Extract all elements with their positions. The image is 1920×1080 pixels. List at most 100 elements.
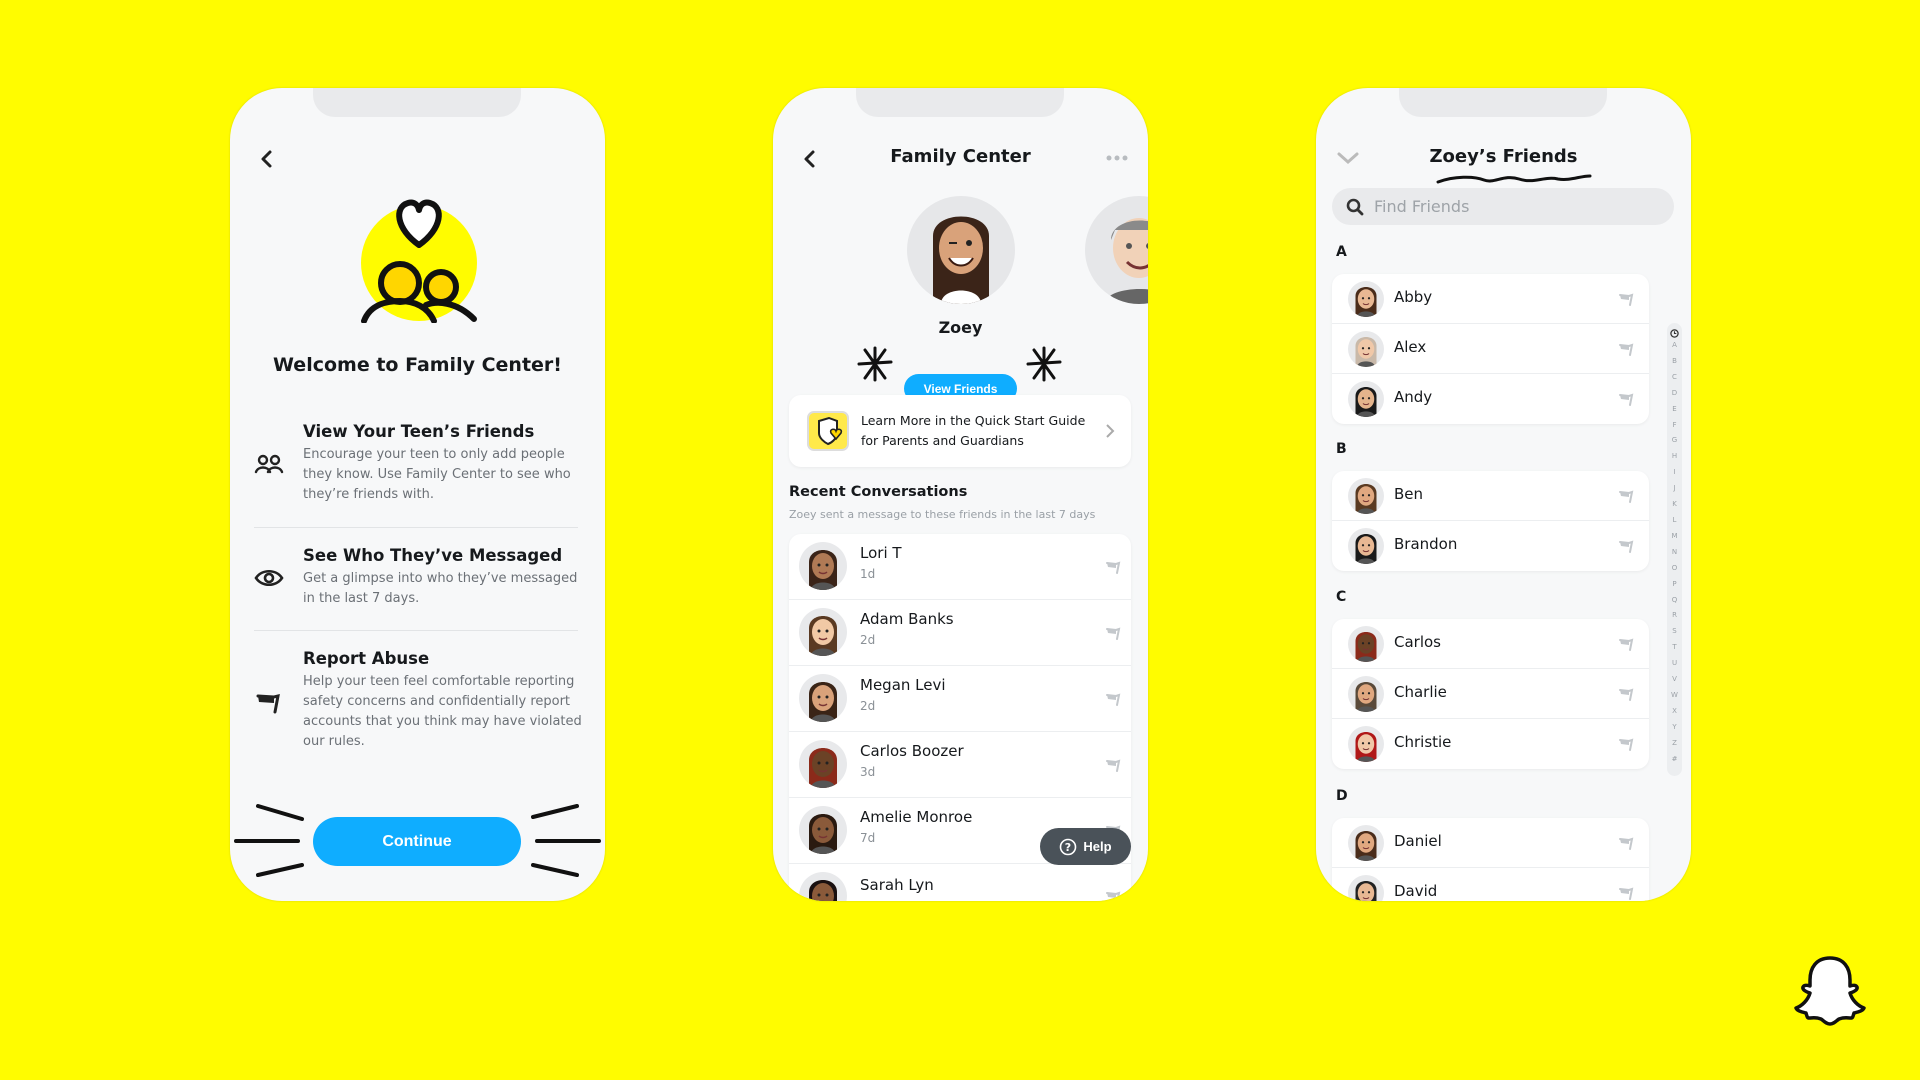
recent-conversations-subtitle: Zoey sent a message to these friends in …	[789, 508, 1096, 521]
friend-avatar	[1348, 381, 1384, 417]
index-letter[interactable]: D	[1672, 386, 1677, 402]
sparkle-decoration	[857, 346, 893, 382]
index-letter[interactable]: O	[1672, 561, 1678, 577]
friend-row[interactable]: Abby	[1332, 274, 1649, 324]
index-letter[interactable]: Z	[1672, 736, 1677, 752]
teen-avatar[interactable]	[907, 196, 1015, 304]
friend-row[interactable]: Alex	[1332, 324, 1649, 374]
report-flag-icon[interactable]	[1618, 488, 1634, 504]
friend-name: Alex	[1394, 338, 1427, 356]
index-letter[interactable]: H	[1672, 449, 1677, 465]
index-letter[interactable]: E	[1672, 402, 1676, 418]
index-letter[interactable]: N	[1672, 545, 1677, 561]
index-letter[interactable]: B	[1672, 354, 1677, 370]
help-button[interactable]: ? Help	[1040, 828, 1131, 865]
page-title: Family Center	[890, 146, 1031, 167]
friend-row[interactable]: Daniel	[1332, 818, 1649, 868]
report-flag-icon[interactable]	[1105, 889, 1121, 901]
friends-icon	[254, 454, 284, 474]
svg-text:?: ?	[1065, 841, 1071, 854]
index-letter[interactable]: L	[1673, 513, 1677, 529]
index-letter[interactable]: #	[1672, 752, 1678, 768]
friend-avatar	[799, 542, 847, 590]
friend-name: Charlie	[1394, 683, 1447, 701]
family-center-logo	[361, 199, 477, 323]
index-letter[interactable]: F	[1672, 418, 1676, 434]
index-letter[interactable]: M	[1671, 529, 1677, 545]
flag-icon	[256, 693, 280, 714]
feature-body: Encourage your teen to only add people t…	[303, 447, 571, 502]
continue-button[interactable]: Continue	[313, 817, 521, 866]
snapchat-ghost-logo	[1794, 956, 1866, 1026]
index-letter[interactable]: J	[1673, 481, 1675, 497]
index-letter[interactable]: U	[1672, 656, 1677, 672]
index-letter[interactable]: X	[1672, 704, 1677, 720]
index-letter[interactable]: K	[1672, 497, 1677, 513]
friend-avatar	[1348, 825, 1384, 861]
friend-name: Daniel	[1394, 832, 1442, 850]
find-friends-search[interactable]	[1332, 188, 1674, 225]
quick-start-guide-card[interactable]: Learn More in the Quick Start Guide for …	[789, 395, 1131, 467]
alphabet-index-scrollbar[interactable]: A B C D E F G H I J K L M N O P Q R S T U V W X Y Z #	[1667, 323, 1682, 776]
recent-clock-icon[interactable]	[1670, 329, 1679, 338]
report-flag-icon[interactable]	[1618, 686, 1634, 702]
report-flag-icon[interactable]	[1618, 538, 1634, 554]
index-letter[interactable]: S	[1672, 624, 1676, 640]
report-flag-icon[interactable]	[1618, 736, 1634, 752]
friend-row[interactable]: Christie	[1332, 719, 1649, 769]
report-flag-icon[interactable]	[1105, 625, 1121, 641]
index-letter[interactable]: V	[1672, 672, 1677, 688]
friend-row[interactable]: Brandon	[1332, 521, 1649, 571]
more-options-icon[interactable]	[1106, 154, 1128, 162]
friend-row[interactable]: David	[1332, 868, 1649, 901]
report-flag-icon[interactable]	[1105, 757, 1121, 773]
report-flag-icon[interactable]	[1618, 636, 1634, 652]
index-letter[interactable]: W	[1671, 688, 1678, 704]
recent-conversations-title: Recent Conversations	[789, 484, 968, 500]
index-letter[interactable]: P	[1672, 577, 1676, 593]
friend-row[interactable]: Charlie	[1332, 669, 1649, 719]
page-title: Zoey’s Friends	[1429, 146, 1578, 167]
friend-name: Carlos	[1394, 633, 1441, 651]
index-letter[interactable]: Q	[1672, 593, 1678, 609]
index-letter[interactable]: I	[1673, 465, 1675, 481]
chevron-left-icon[interactable]	[256, 148, 278, 170]
conversation-row[interactable]: Sarah Lyn	[789, 864, 1131, 901]
conversation-row[interactable]: Megan Levi 2d	[789, 666, 1131, 732]
conversation-row[interactable]: Adam Banks 2d	[789, 600, 1131, 666]
conversation-row[interactable]: Lori T 1d	[789, 534, 1131, 600]
notch	[856, 88, 1064, 117]
search-icon	[1346, 198, 1364, 215]
friend-avatar	[1348, 726, 1384, 762]
report-flag-icon[interactable]	[1618, 341, 1634, 357]
conversation-row[interactable]: Carlos Boozer 3d	[789, 732, 1131, 798]
friend-row[interactable]: Carlos	[1332, 619, 1649, 669]
friend-name: Megan Levi	[860, 676, 946, 694]
friend-section-card: Abby Alex Andy	[1332, 274, 1649, 424]
index-letter[interactable]: R	[1672, 608, 1677, 624]
report-flag-icon[interactable]	[1618, 291, 1634, 307]
friend-section-card: Ben Brandon	[1332, 471, 1649, 571]
index-letter[interactable]: G	[1672, 433, 1677, 449]
index-letter[interactable]: C	[1672, 370, 1677, 386]
report-flag-icon[interactable]	[1618, 391, 1634, 407]
report-flag-icon[interactable]	[1618, 885, 1634, 901]
friend-name: Adam Banks	[860, 610, 954, 628]
friend-row[interactable]: Ben	[1332, 471, 1649, 521]
report-flag-icon[interactable]	[1618, 835, 1634, 851]
feature-title: See Who They’ve Messaged	[303, 546, 563, 565]
feature-title: Report Abuse	[303, 649, 430, 668]
find-friends-input[interactable]	[1374, 197, 1654, 216]
report-flag-icon[interactable]	[1105, 691, 1121, 707]
friend-avatar	[799, 806, 847, 854]
index-letter[interactable]: T	[1672, 640, 1676, 656]
friend-row[interactable]: Andy	[1332, 374, 1649, 424]
teen-name: Zoey	[938, 318, 983, 337]
report-flag-icon[interactable]	[1105, 559, 1121, 575]
index-letter[interactable]: Y	[1672, 720, 1676, 736]
friend-section-card: Carlos Charlie Christie	[1332, 619, 1649, 769]
notch	[1399, 88, 1607, 117]
index-letter[interactable]: A	[1672, 338, 1677, 354]
feature-body: Help your teen feel comfortable reportin…	[303, 674, 582, 749]
parent-avatar[interactable]	[1085, 196, 1148, 304]
